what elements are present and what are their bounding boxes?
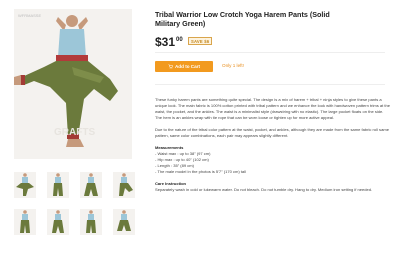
stock-note: Only 1 left! — [222, 63, 244, 68]
description-intro: These funky harem pants are something qu… — [155, 97, 391, 121]
add-to-cart-label: Add to Cart — [174, 64, 200, 69]
product-title: Tribal Warrior Low Crotch Yoga Harem Pan… — [155, 10, 330, 28]
thumbnail-1[interactable] — [14, 172, 36, 198]
thumbnail-8[interactable] — [113, 209, 135, 235]
divider — [155, 84, 385, 85]
thumbnail-3[interactable] — [80, 172, 102, 198]
divider — [155, 52, 385, 53]
product-description: These funky harem pants are something qu… — [155, 97, 391, 198]
thumbnail-4[interactable] — [113, 172, 135, 198]
cart-icon — [168, 64, 173, 69]
price-cents: 00 — [176, 37, 183, 43]
thumbnail-7[interactable] — [80, 209, 102, 235]
save-badge: SAVE $6 — [188, 37, 213, 45]
thumbnail-5[interactable] — [14, 209, 36, 235]
measurement-item: - The male model in the photos is 5'7" (… — [155, 168, 246, 174]
care-text: Separately wash in cold or lukewarm wate… — [155, 186, 373, 192]
measurements-list: - Waist max : up to 38" (97 cm) - Hip ma… — [155, 151, 391, 175]
thumbnail-6[interactable] — [47, 209, 69, 235]
add-to-cart-button[interactable]: Add to Cart — [155, 61, 213, 72]
description-color-note: Due to the nature of the tribal color pa… — [155, 126, 389, 138]
thumbnail-2[interactable] — [47, 172, 69, 198]
watermark-body: GRAFTS — [54, 127, 96, 138]
product-price: $3100 — [155, 35, 183, 49]
price-main: $31 — [155, 35, 176, 49]
watermark-top: WFRMASSE — [18, 13, 42, 18]
main-product-image[interactable]: WFRMASSE GRAFTS — [14, 9, 132, 159]
